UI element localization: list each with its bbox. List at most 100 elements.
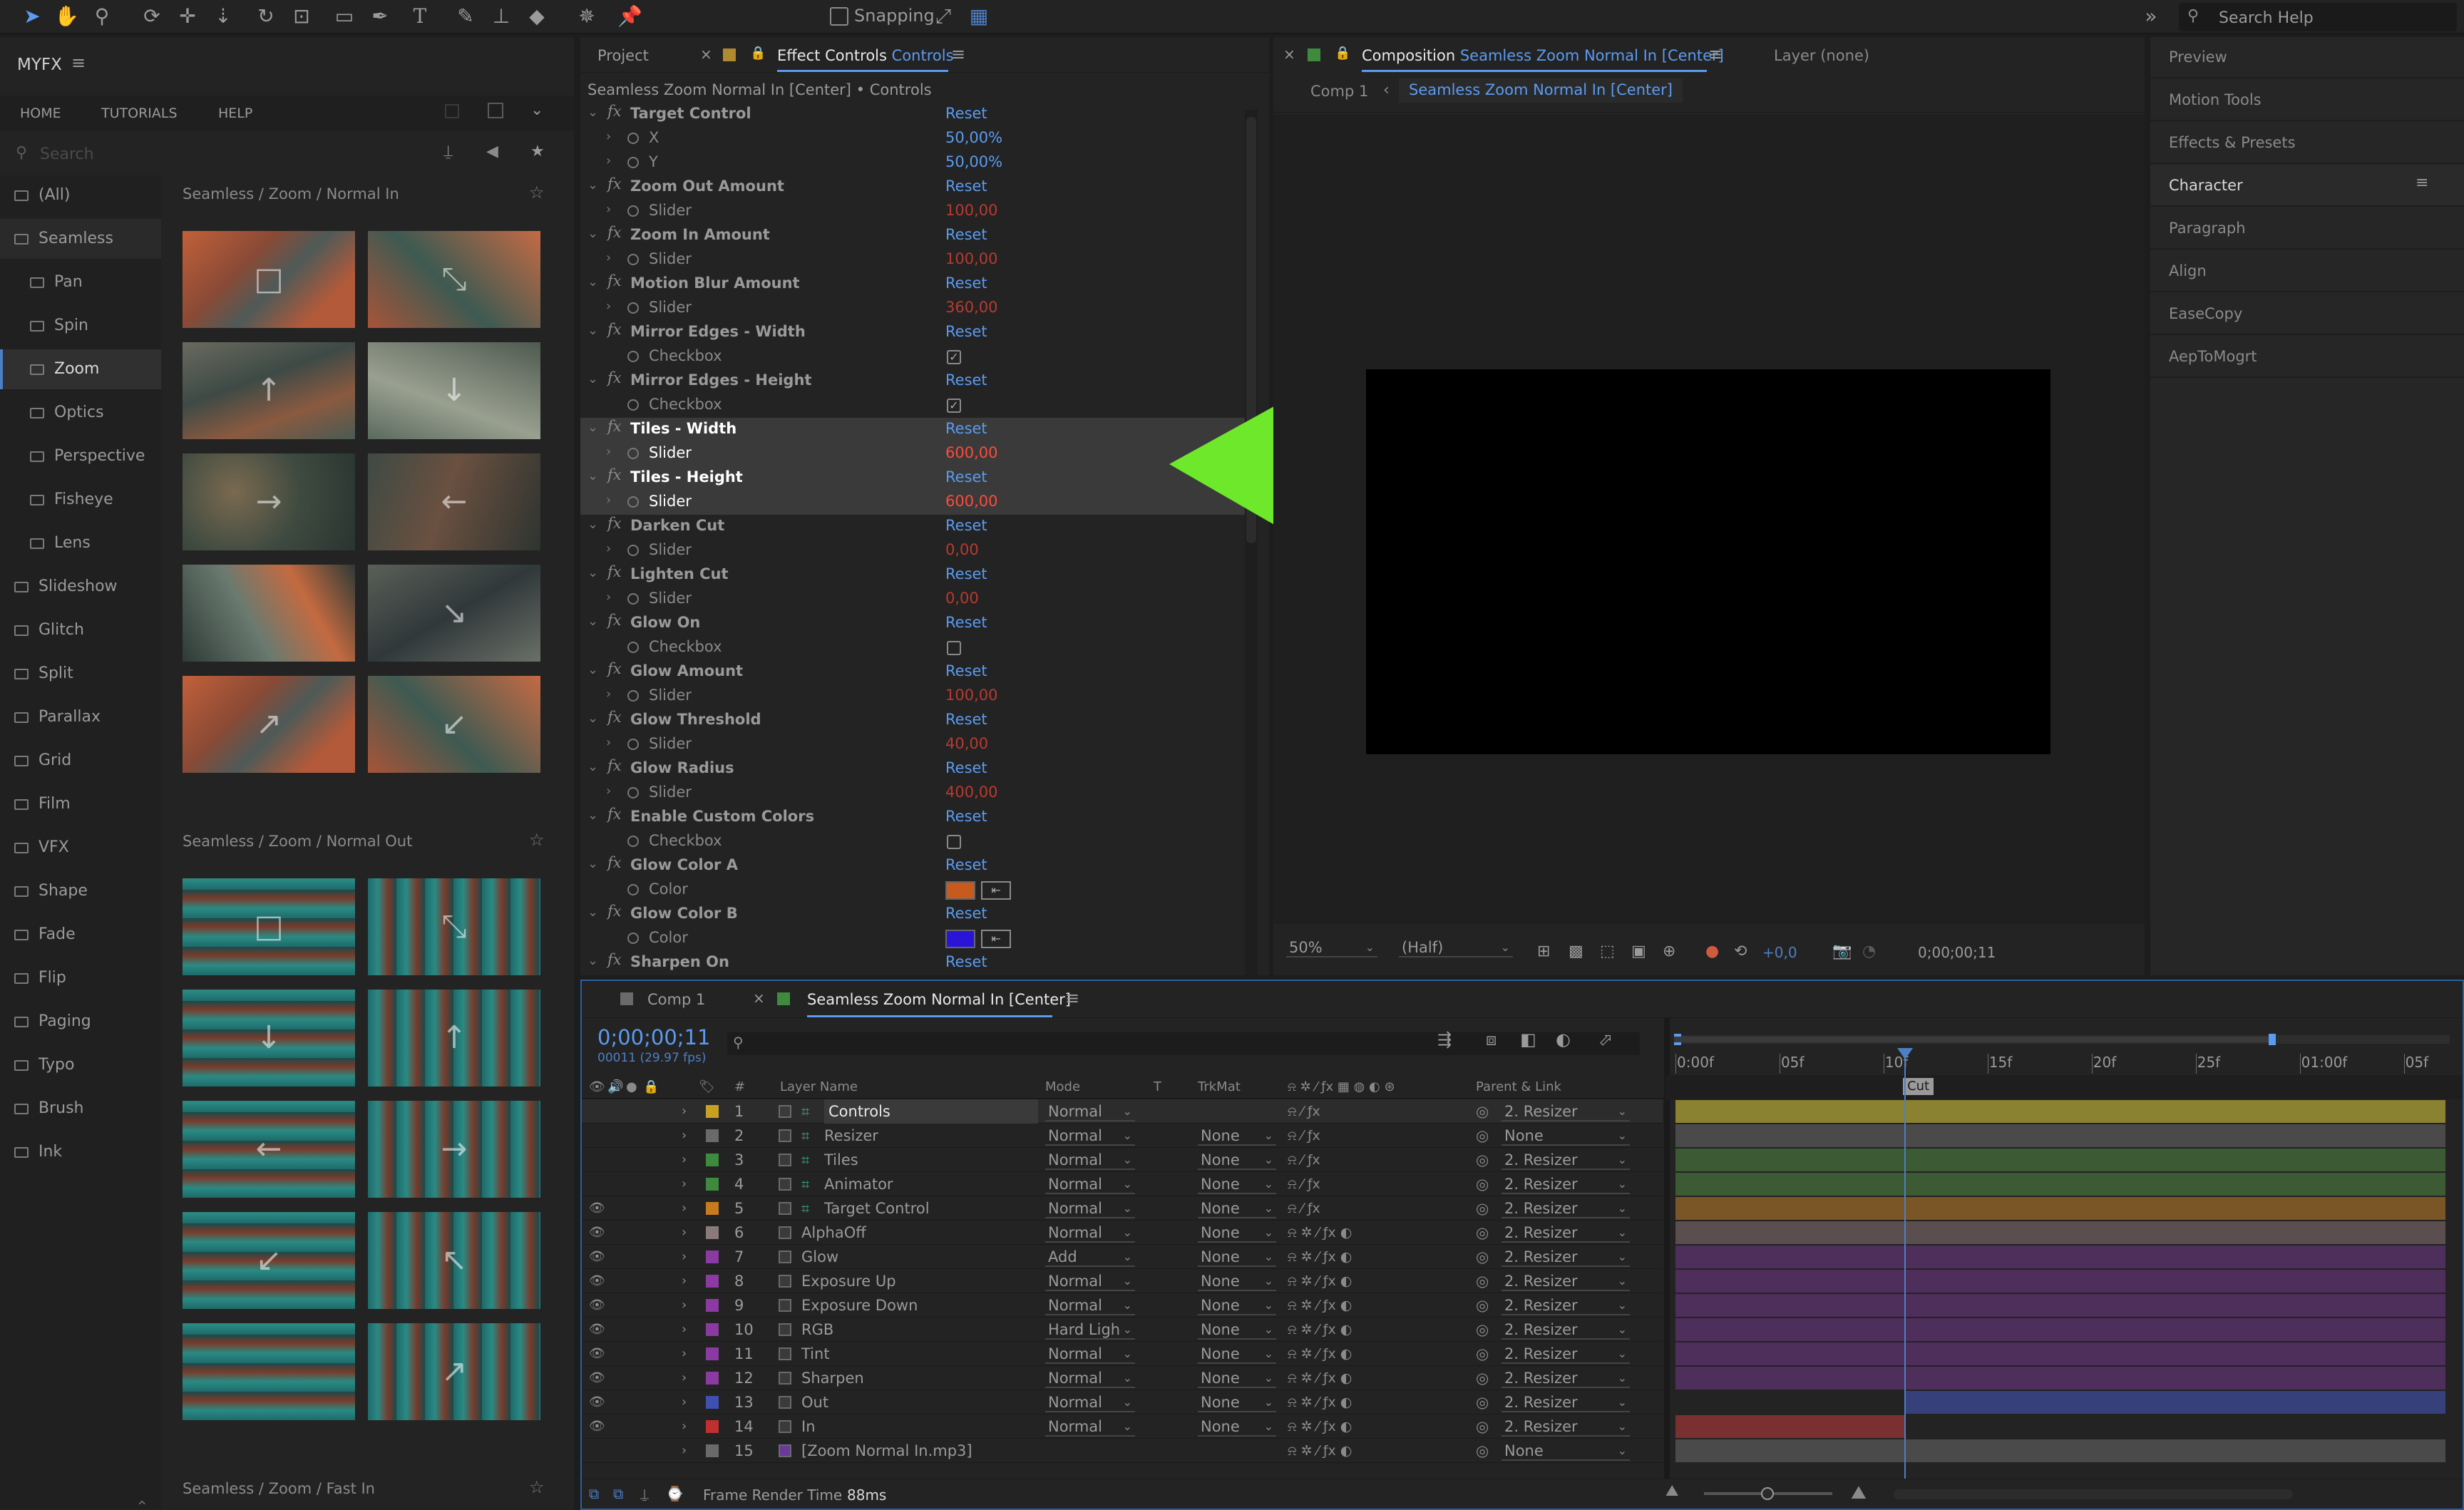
layer-row[interactable]: › 3 ⌗ Tiles Normal ⌄ None ⌄ ⍾ ⁄ ƒx ◎ 2. Resizer ⌄ [582, 1148, 1663, 1172]
window-icon[interactable] [445, 104, 459, 118]
category-item[interactable]: Fisheye [0, 480, 161, 520]
eye-icon[interactable]: 👁 [589, 1390, 605, 1414]
layer-name[interactable]: [Zoom Normal In.mp3] [801, 1439, 972, 1463]
help-search-input[interactable]: Search Help [2219, 9, 2314, 27]
category-item[interactable]: Zoom [0, 349, 161, 389]
layer-name[interactable]: Tint [801, 1342, 830, 1366]
stopwatch-icon[interactable] [623, 931, 639, 947]
fx-icon[interactable]: fx [607, 418, 622, 435]
layer-duration-bar[interactable] [1675, 1124, 2445, 1147]
layer-row[interactable]: › 2 ⌗ Resizer Normal ⌄ None ⌄ ⍾ ⁄ ƒx ◎ None ⌄ [582, 1124, 1663, 1148]
effect-header-row[interactable]: ⌄ fx Enable Custom Colors Reset [580, 806, 1251, 830]
mode-dropdown[interactable]: Normal ⌄ [1045, 1126, 1135, 1146]
toggle-modes-icon[interactable]: ⧉ [613, 1485, 623, 1502]
roto-brush-tool-icon[interactable]: ✵ [575, 4, 599, 29]
expand-twirl-icon[interactable]: ⌄ [587, 420, 598, 435]
fx-icon[interactable]: fx [607, 660, 622, 677]
layer-switches-icon[interactable]: ⍾ ✲ ⁄ ƒx ◐ [1288, 1318, 1352, 1342]
expand-twirl-icon[interactable]: › [606, 590, 611, 605]
effect-header-row[interactable]: ⌄ fx Zoom Out Amount Reset [580, 175, 1251, 200]
parent-pickwhip-icon[interactable]: ◎ [1476, 1245, 1489, 1269]
expand-twirl-icon[interactable]: › [682, 1196, 687, 1221]
effect-header-row[interactable]: ⌄ fx Darken Cut Reset [580, 515, 1251, 539]
popout-icon[interactable] [488, 103, 503, 118]
effect-header-row[interactable]: ⌄ fx Glow On Reset [580, 612, 1251, 636]
help-search-box[interactable]: ⚲ Search Help [2179, 3, 2457, 31]
expand-twirl-icon[interactable]: › [606, 129, 611, 144]
fx-icon[interactable]: fx [607, 175, 622, 192]
tab-project[interactable]: Project [597, 47, 649, 64]
eye-icon[interactable]: 👁 [589, 1342, 605, 1366]
effect-property-row[interactable]: › Slider 600,00 [580, 491, 1251, 515]
layer-row[interactable]: 👁 › 14 In Normal ⌄ None ⌄ ⍾ ✲ ⁄ ƒx ◐ ◎ 2. Resizer ⌄ [582, 1414, 1663, 1439]
reset-link[interactable]: Reset [945, 323, 987, 340]
stopwatch-icon[interactable] [623, 349, 639, 365]
category-item[interactable]: Flip [0, 958, 161, 998]
label-color-swatch[interactable] [706, 1202, 719, 1215]
category-item[interactable]: Shape [0, 871, 161, 911]
effect-property-row[interactable]: Checkbox [580, 636, 1251, 660]
effect-property-row[interactable]: › Slider 0,00 [580, 539, 1251, 563]
trkmat-dropdown[interactable]: None ⌄ [1198, 1174, 1276, 1194]
effect-property-row[interactable]: › Slider 600,00 [580, 442, 1251, 466]
property-value[interactable]: 0,00 [945, 590, 979, 607]
effect-property-row[interactable]: › Slider 100,00 [580, 248, 1251, 272]
layer-duration-bar[interactable] [1675, 1439, 2445, 1462]
parent-pickwhip-icon[interactable]: ◎ [1476, 1196, 1489, 1221]
parent-dropdown[interactable]: 2. Resizer ⌄ [1502, 1247, 1630, 1267]
preset-thumbnail[interactable] [183, 565, 355, 662]
transparency-grid-icon[interactable]: ▩ [1569, 943, 1583, 960]
expand-twirl-icon[interactable]: › [682, 1414, 687, 1439]
show-snapshot-icon[interactable]: ◔ [1862, 943, 1876, 960]
property-value[interactable]: 0,00 [945, 541, 979, 558]
stopwatch-icon[interactable] [623, 495, 639, 510]
layer-name[interactable]: Resizer [824, 1124, 878, 1148]
expand-twirl-icon[interactable]: ⌄ [587, 178, 598, 192]
expand-twirl-icon[interactable]: › [606, 541, 611, 556]
shy-layers-icon[interactable]: ◧ [1520, 1029, 1536, 1049]
layer-duration-bar[interactable] [1675, 1173, 2445, 1196]
layer-row[interactable]: › 15 [Zoom Normal In.mp3] ⍾ ✲ ⁄ ƒx ◐ ◎ None ⌄ [582, 1439, 1663, 1463]
category-item[interactable]: Glitch [0, 610, 161, 650]
effect-header-row[interactable]: ⌄ fx Lighten Cut Reset [580, 563, 1251, 587]
parent-pickwhip-icon[interactable]: ◎ [1476, 1439, 1489, 1463]
category-item[interactable]: Ink [0, 1132, 161, 1172]
property-value[interactable]: 100,00 [945, 202, 997, 219]
render-time-icon[interactable]: ⌚ [666, 1485, 684, 1502]
mode-dropdown[interactable]: Hard Ligh ⌄ [1045, 1320, 1135, 1340]
expand-twirl-icon[interactable]: › [682, 1221, 687, 1245]
reset-link[interactable]: Reset [945, 759, 987, 776]
layer-name[interactable]: Target Control [824, 1196, 930, 1221]
parent-dropdown[interactable]: 2. Resizer ⌄ [1502, 1368, 1630, 1388]
panel-item[interactable]: Align [2150, 251, 2464, 292]
parent-dropdown[interactable]: None ⌄ [1502, 1441, 1630, 1461]
layer-duration-bar[interactable] [1675, 1294, 2445, 1317]
category-item[interactable]: Optics [0, 393, 161, 433]
layer-switches-icon[interactable]: ⍾ ✲ ⁄ ƒx ◐ [1288, 1439, 1352, 1463]
category-item[interactable]: (All) [0, 175, 161, 215]
panel-menu-icon[interactable]: ≡ [2416, 174, 2428, 192]
effect-property-row[interactable]: › Slider 100,00 [580, 200, 1251, 224]
fx-icon[interactable]: fx [607, 321, 622, 338]
zoom-out-icon[interactable]: ⛰ [1665, 1482, 1678, 1500]
eye-icon[interactable]: 👁 [589, 1221, 605, 1245]
breadcrumb-current[interactable]: Seamless Zoom Normal In [Center] [1399, 78, 1683, 103]
eyedropper-icon[interactable]: ⇤ [981, 881, 1011, 900]
effect-header-row[interactable]: ⌄ fx Sharpen On Reset [580, 951, 1251, 975]
snap-options-icon[interactable]: ⤢ [931, 4, 955, 29]
timeline-scrollbar[interactable] [1894, 1489, 2293, 1499]
expand-twirl-icon[interactable]: › [682, 1245, 687, 1269]
favorite-star-icon[interactable]: ☆ [529, 1477, 545, 1497]
preset-thumbnail[interactable]: □ [183, 878, 355, 975]
reset-link[interactable]: Reset [945, 711, 987, 728]
time-ruler[interactable]: 0:00f 05f 10f 15f 20f 25f 01:00f 05f [1665, 1048, 2463, 1075]
parent-pickwhip-icon[interactable]: ◎ [1476, 1148, 1489, 1172]
parent-dropdown[interactable]: None ⌄ [1502, 1126, 1630, 1146]
layer-switches-icon[interactable]: ⍾ ✲ ⁄ ƒx ◐ [1288, 1269, 1352, 1293]
audio-toggle-icon[interactable]: 🔊 [607, 1079, 623, 1094]
parent-dropdown[interactable]: 2. Resizer ⌄ [1502, 1295, 1630, 1315]
parent-dropdown[interactable]: 2. Resizer ⌄ [1502, 1392, 1630, 1412]
reset-link[interactable]: Reset [945, 614, 987, 631]
eye-icon[interactable]: 👁 [589, 1196, 605, 1221]
exposure-value[interactable]: +0,0 [1762, 944, 1797, 961]
